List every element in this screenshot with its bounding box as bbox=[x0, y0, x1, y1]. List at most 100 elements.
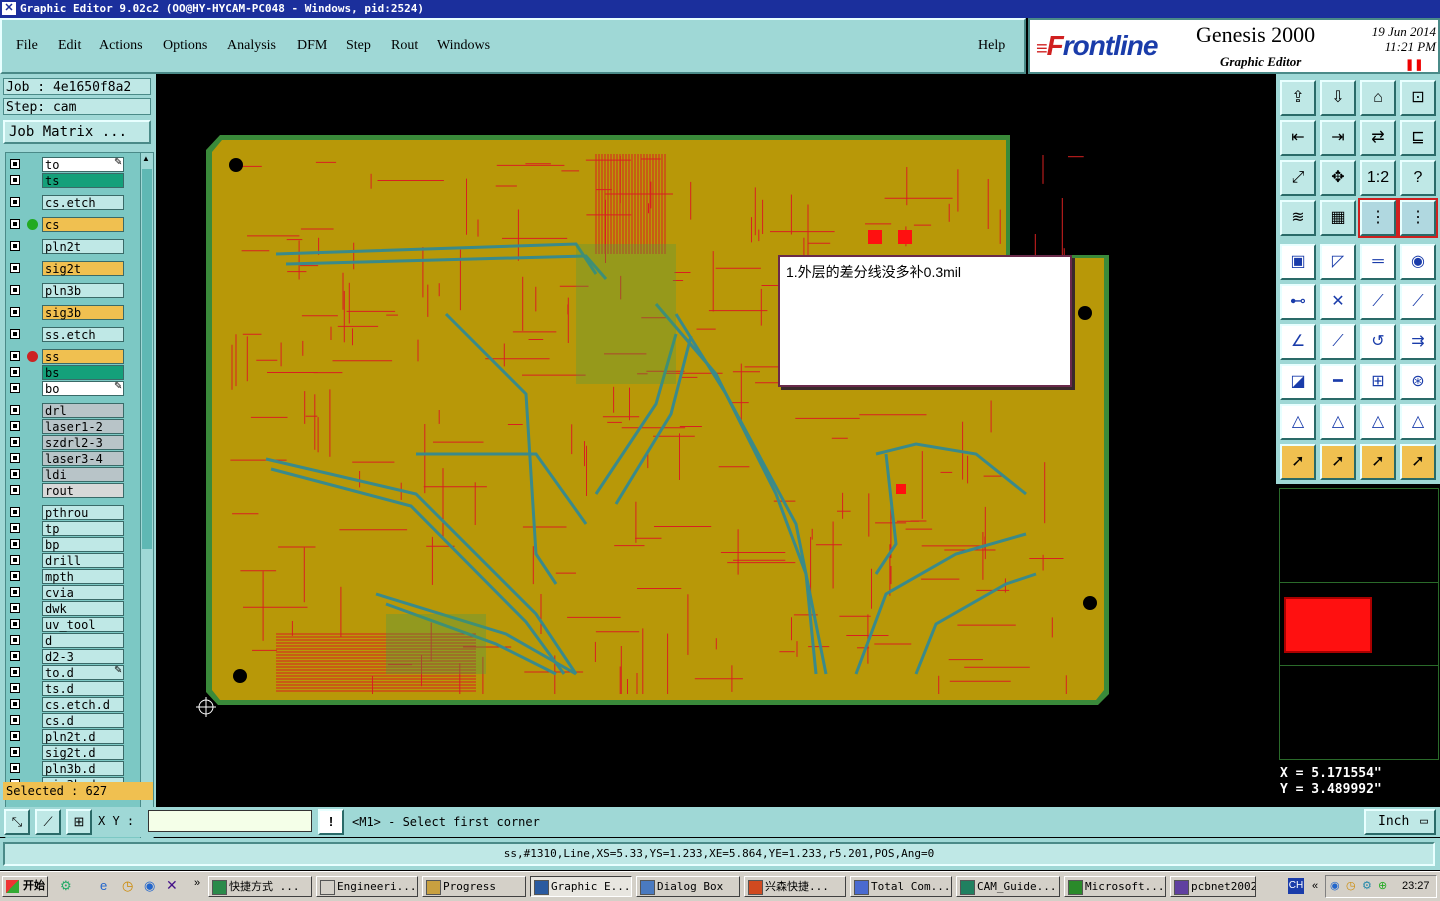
layer-row-ss-etch[interactable]: ss.etch bbox=[6, 327, 140, 342]
layer-name[interactable]: sig2t.d bbox=[42, 745, 124, 760]
tri3-icon[interactable]: △ bbox=[1360, 404, 1396, 440]
zoom-window-button[interactable]: ⤡ bbox=[4, 809, 30, 835]
layer-name[interactable]: bp bbox=[42, 537, 124, 552]
layer-name[interactable]: cvia bbox=[42, 585, 124, 600]
tray-expand-icon[interactable]: « bbox=[1312, 876, 1318, 897]
node2-icon[interactable]: ⟋ bbox=[1400, 284, 1436, 320]
layer-row-drl[interactable]: drl bbox=[6, 403, 140, 418]
menu-dfm[interactable]: DFM bbox=[297, 38, 327, 54]
layer-checkbox[interactable] bbox=[10, 507, 20, 517]
layer-checkbox[interactable] bbox=[10, 763, 20, 773]
layer-name[interactable]: sig3b bbox=[42, 305, 124, 320]
taskbar-item[interactable]: pcbnet2002 bbox=[1170, 876, 1256, 897]
layer-name[interactable]: sig2t bbox=[42, 261, 124, 276]
window-icon[interactable]: ⊡ bbox=[1400, 80, 1436, 116]
measure-button[interactable]: ⟋ bbox=[35, 809, 61, 835]
layer-row-bs[interactable]: bs bbox=[6, 365, 140, 380]
layer-row-sig2t-d[interactable]: sig2t.d bbox=[6, 745, 140, 760]
tri2-icon[interactable]: △ bbox=[1320, 404, 1356, 440]
menu-windows[interactable]: Windows bbox=[437, 38, 490, 54]
active-layer-icon[interactable] bbox=[27, 351, 38, 362]
layer-name[interactable]: ss.etch bbox=[42, 327, 124, 342]
layer-name[interactable]: d bbox=[42, 633, 124, 648]
layer-checkbox[interactable] bbox=[10, 263, 20, 273]
layer-checkbox[interactable] bbox=[10, 555, 20, 565]
menu-step[interactable]: Step bbox=[346, 38, 371, 54]
fit-icon[interactable]: ⤢ bbox=[1280, 160, 1316, 196]
layer-row-bp[interactable]: bp bbox=[6, 537, 140, 552]
x-app-icon[interactable]: ✕ bbox=[166, 877, 178, 894]
route2-icon[interactable]: ⋮ bbox=[1398, 198, 1438, 238]
layer-name[interactable]: pln2t.d bbox=[42, 729, 124, 744]
layer-name[interactable]: cs bbox=[42, 217, 124, 232]
tray-network-icon[interactable]: ◉ bbox=[1330, 876, 1340, 897]
more-icon[interactable]: » bbox=[194, 877, 200, 889]
layer-checkbox[interactable] bbox=[10, 715, 20, 725]
layer-checkbox[interactable] bbox=[10, 747, 20, 757]
scroll-up-icon[interactable]: ▲ bbox=[142, 154, 150, 163]
layer-name[interactable]: to.d bbox=[42, 665, 124, 680]
layer-name[interactable]: drill bbox=[42, 553, 124, 568]
layer-row-ts-d[interactable]: ts.d bbox=[6, 681, 140, 696]
layer-icon[interactable]: ⊑ bbox=[1400, 120, 1436, 156]
language-indicator[interactable]: CH bbox=[1288, 878, 1304, 894]
node-icon[interactable]: ⟋ bbox=[1360, 284, 1396, 320]
layer-checkbox[interactable] bbox=[10, 619, 20, 629]
grid-icon[interactable]: ▦ bbox=[1320, 200, 1356, 236]
layer-row-ldi[interactable]: ldi bbox=[6, 467, 140, 482]
layer-row-sig2t[interactable]: sig2t bbox=[6, 261, 140, 276]
layer-row-uv-tool[interactable]: uv_tool bbox=[6, 617, 140, 632]
pcb-board-view[interactable] bbox=[156, 74, 1276, 807]
layer-name[interactable]: mpth bbox=[42, 569, 124, 584]
layer-name[interactable]: drl bbox=[42, 403, 124, 418]
menu-help[interactable]: Help bbox=[978, 38, 1005, 54]
layer-checkbox[interactable] bbox=[10, 437, 20, 447]
connect-icon[interactable]: ⊷ bbox=[1280, 284, 1316, 320]
layer-row-mpth[interactable]: mpth bbox=[6, 569, 140, 584]
graphic-canvas[interactable]: 1.外层的差分线没多补0.3mil bbox=[156, 74, 1276, 807]
work-layer-icon[interactable] bbox=[27, 219, 38, 230]
layer-row-laser1-2[interactable]: laser1-2 bbox=[6, 419, 140, 434]
taskbar-item[interactable]: CAM_Guide... bbox=[956, 876, 1060, 897]
menu-rout[interactable]: Rout bbox=[391, 38, 418, 54]
pan-icon[interactable]: ✥ bbox=[1320, 160, 1356, 196]
layer-row-drill[interactable]: drill bbox=[6, 553, 140, 568]
layer-checkbox[interactable] bbox=[10, 469, 20, 479]
layer-row-bo[interactable]: bo ✎ bbox=[6, 381, 140, 396]
grid-snap-button[interactable]: ⊞ bbox=[66, 809, 92, 835]
layer-checkbox[interactable] bbox=[10, 539, 20, 549]
layer-name[interactable]: to bbox=[42, 157, 124, 172]
layer-scrollbar[interactable]: ▲ ▼ bbox=[140, 152, 154, 852]
layer-row-pln2t-d[interactable]: pln2t.d bbox=[6, 729, 140, 744]
layer-row-cs-d[interactable]: cs.d bbox=[6, 713, 140, 728]
out-icon[interactable]: ⇥ bbox=[1320, 120, 1356, 156]
layer-row-pthrou[interactable]: pthrou bbox=[6, 505, 140, 520]
layer-row-cs[interactable]: cs bbox=[6, 217, 140, 232]
layer-name[interactable]: d2-3 bbox=[42, 649, 124, 664]
layer-checkbox[interactable] bbox=[10, 405, 20, 415]
layer-checkbox[interactable] bbox=[10, 329, 20, 339]
start-button[interactable]: 开始 bbox=[2, 876, 48, 897]
layer-row-ts[interactable]: ts bbox=[6, 173, 140, 188]
layer-name[interactable]: rout bbox=[42, 483, 124, 498]
layer-checkbox[interactable] bbox=[10, 587, 20, 597]
layer-checkbox[interactable] bbox=[10, 683, 20, 693]
layer-name[interactable]: bo bbox=[42, 381, 124, 396]
layer-row-cs-etch-d[interactable]: cs.etch.d bbox=[6, 697, 140, 712]
shapes-icon[interactable]: ⊛ bbox=[1400, 364, 1436, 400]
layer-name[interactable]: szdrl2-3 bbox=[42, 435, 124, 450]
slash-icon[interactable]: ⟋ bbox=[1320, 324, 1356, 360]
open-icon[interactable]: ⇪ bbox=[1280, 80, 1316, 116]
job-matrix-button[interactable]: Job Matrix ... bbox=[3, 120, 151, 144]
alert-icon[interactable]: ! bbox=[318, 809, 344, 835]
snap-icon[interactable]: ≋ bbox=[1280, 200, 1316, 236]
layer-checkbox[interactable] bbox=[10, 383, 20, 393]
layer-name[interactable]: cs.etch bbox=[42, 195, 124, 210]
annotation-note[interactable]: 1.外层的差分线没多补0.3mil bbox=[778, 255, 1072, 387]
layer-checkbox[interactable] bbox=[10, 159, 20, 169]
layer-row-ss[interactable]: ss bbox=[6, 349, 140, 364]
taskbar-item[interactable]: Total Com... bbox=[850, 876, 952, 897]
taskbar-item[interactable]: Graphic E... bbox=[530, 876, 632, 897]
layer-checkbox[interactable] bbox=[10, 667, 20, 677]
tray-clock-icon[interactable]: ◷ bbox=[1346, 876, 1356, 897]
